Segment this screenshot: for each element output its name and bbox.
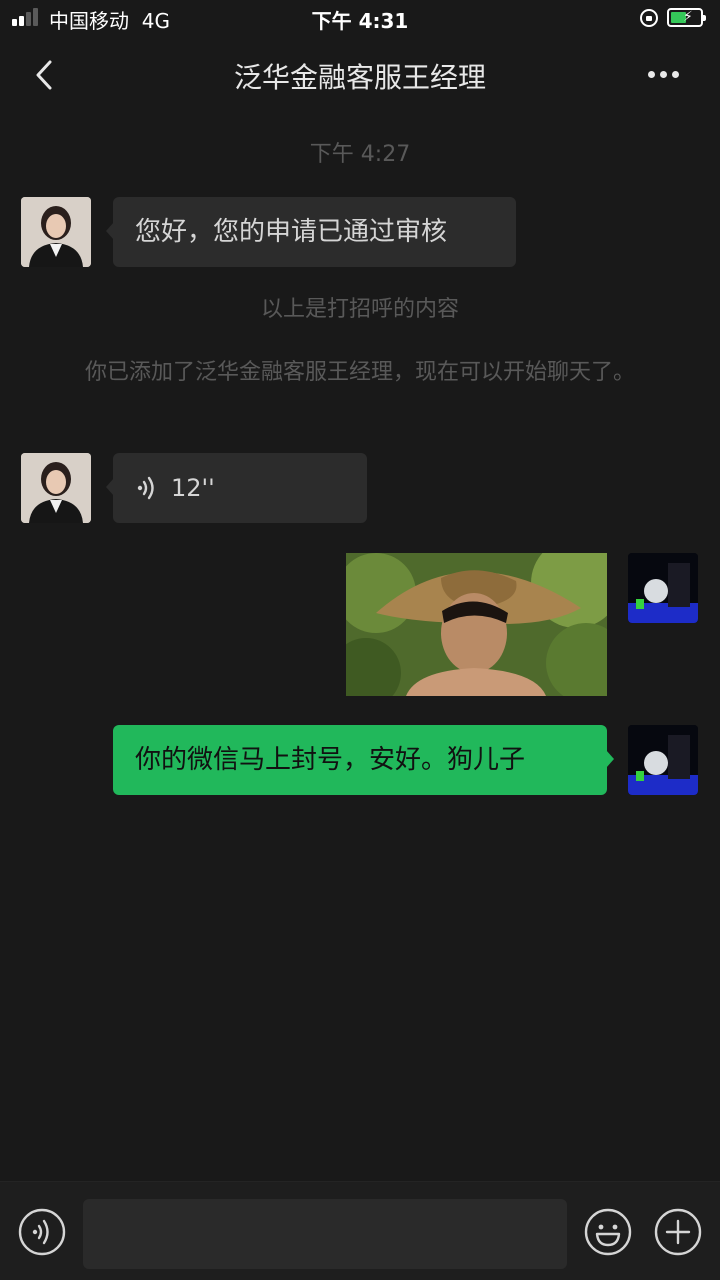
orientation-lock-icon [640, 9, 658, 27]
status-bar: 中国移动 4G 下午 4:31 ⚡ [0, 0, 720, 38]
status-time: 下午 4:31 [311, 9, 409, 33]
voice-duration: 12'' [171, 474, 215, 502]
message-timestamp: 下午 4:27 [309, 142, 411, 167]
outgoing-message-text: 你的微信马上封号，安好。狗儿子 [135, 745, 526, 775]
voice-message-bubble[interactable]: 12'' [106, 453, 367, 523]
voice-wave-icon [137, 476, 154, 500]
my-avatar[interactable] [628, 553, 698, 623]
more-icon[interactable] [646, 68, 682, 80]
input-bar [0, 1181, 720, 1280]
sent-image[interactable] [346, 553, 607, 696]
add-icon[interactable] [654, 1208, 702, 1256]
chat-title: 泛华金融客服王经理 [233, 61, 486, 94]
my-avatar[interactable] [628, 725, 698, 795]
incoming-message-bubble[interactable]: 您好，您的申请已通过审核 [106, 197, 516, 267]
chat-area[interactable]: 下午 4:27 您好，您的申请已通过审核 以上是打招呼的内容 你已添加了泛华金融… [0, 110, 720, 1180]
greeting-note: 以上是打招呼的内容 [260, 297, 459, 322]
agent-avatar[interactable] [21, 197, 91, 267]
incoming-message-text: 您好，您的申请已通过审核 [135, 217, 448, 247]
emoji-icon[interactable] [584, 1208, 632, 1256]
outgoing-message-bubble[interactable]: 你的微信马上封号，安好。狗儿子 [113, 725, 614, 795]
charging-bolt-icon: ⚡ [683, 9, 693, 25]
battery-charging-icon: ⚡ [667, 8, 706, 27]
nav-bar: 泛华金融客服王经理 [0, 38, 720, 110]
agent-avatar[interactable] [21, 453, 91, 523]
voice-input-icon[interactable] [18, 1208, 66, 1256]
friend-added-note: 你已添加了泛华金融客服王经理，现在可以开始聊天了。 [84, 360, 635, 385]
message-input[interactable] [83, 1199, 567, 1269]
